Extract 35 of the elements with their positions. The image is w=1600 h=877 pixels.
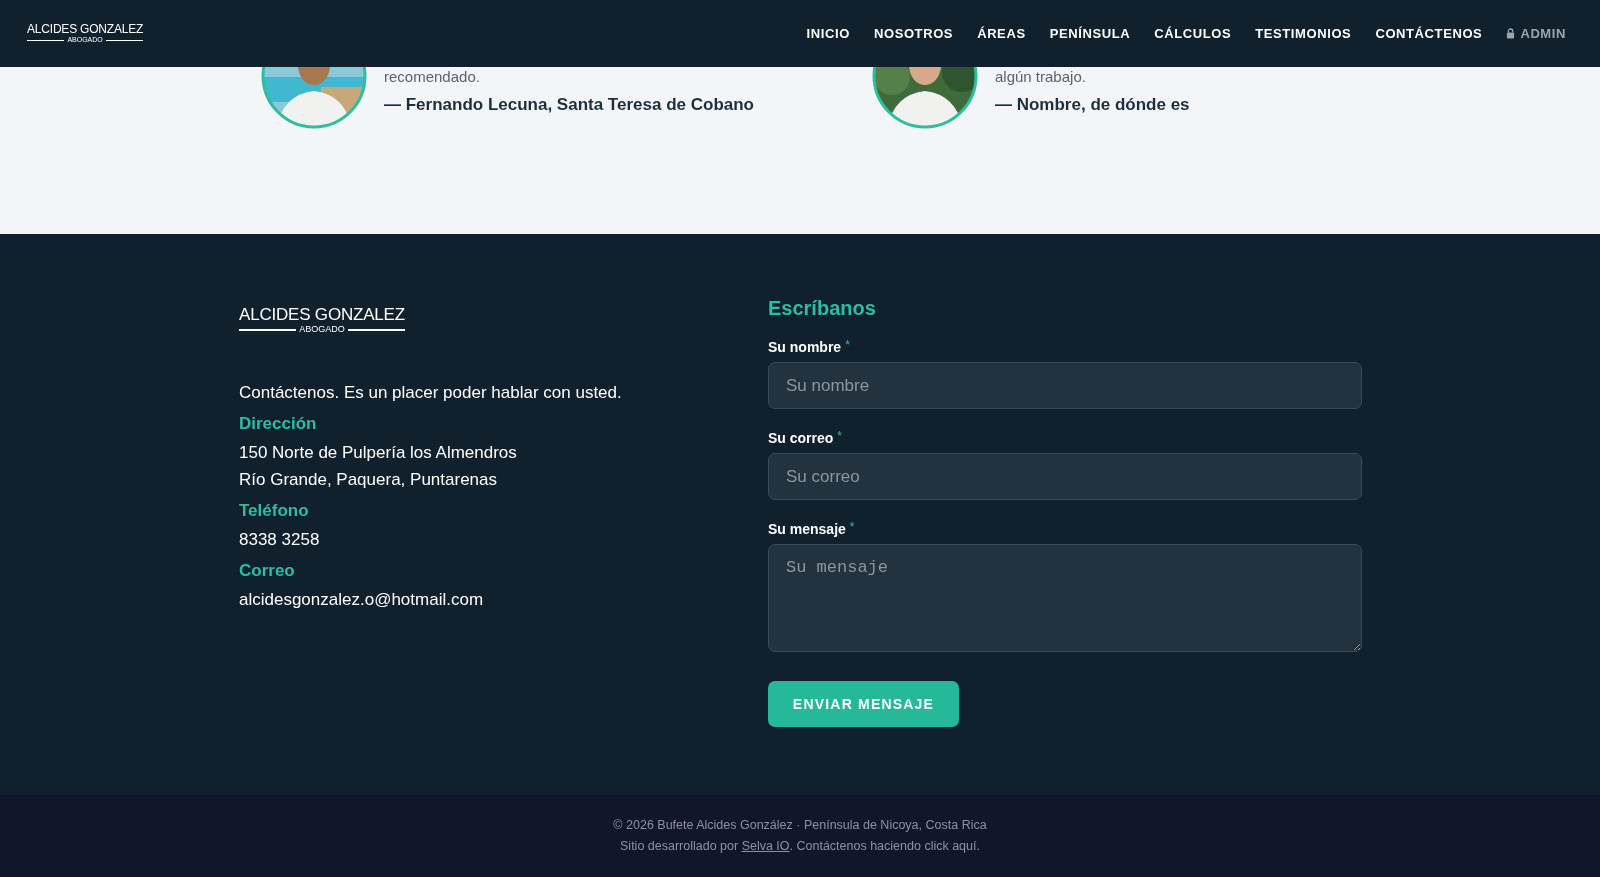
nav-link[interactable]: CONTÁCTENOS <box>1375 26 1483 41</box>
section-heading: Teléfono <box>239 500 310 522</box>
form-title: Escríbanos <box>768 296 876 320</box>
section-heading: Dirección <box>239 413 318 435</box>
input-field[interactable]: Su nombre <box>768 362 1362 409</box>
required-mark: * <box>845 338 850 352</box>
intro-text: Contáctenos. Es un placer poder hablar con usted. <box>239 382 623 404</box>
nav-link[interactable]: INICIO <box>806 26 850 41</box>
testimonial-quote: recomendado. <box>384 68 481 86</box>
field-label: Su mensaje <box>768 520 846 538</box>
nav-link[interactable]: ADMIN <box>1506 26 1566 41</box>
nav-link[interactable]: TESTIMONIOS <box>1255 26 1352 41</box>
testimonial-author: — Nombre, de dónde es <box>995 95 1190 115</box>
message-field[interactable]: Su mensaje <box>768 544 1362 652</box>
contact-line: Río Grande, Paquera, Puntarenas <box>239 469 498 491</box>
testimonial-author: — Fernando Lecuna, Santa Teresa de Cobano <box>384 95 754 115</box>
field-label: Su correo <box>768 429 834 447</box>
input-field[interactable]: Su correo <box>768 453 1362 500</box>
field-label: Su nombre <box>768 338 842 356</box>
nav-link[interactable]: NOSOTROS <box>873 26 954 41</box>
section-heading: Correo <box>239 560 296 582</box>
nav-link[interactable]: PENÍNSULA <box>1049 26 1131 41</box>
contact-line: 8338 3258 <box>239 529 321 551</box>
lock-icon <box>1506 28 1516 39</box>
credit-text: Sitio desarrollado por Selva IO. Contáctenos haciendo click aquí. <box>620 838 980 855</box>
credit-link[interactable]: Selva IO <box>741 839 790 853</box>
required-mark: * <box>837 429 843 443</box>
contact-line: 150 Norte de Pulpería los Almendros <box>239 442 518 464</box>
nav-link[interactable]: CÁLCULOS <box>1154 26 1232 41</box>
copyright-text: © 2026 Bufete Alcides González · Península de Nicoya, Costa Rica <box>613 817 987 834</box>
testimonial-quote: algún trabajo. <box>995 68 1087 86</box>
contact-line: alcidesgonzalez.o@hotmail.com <box>239 589 485 611</box>
logo[interactable]: ALCIDES GONZALEZ ABOGADO <box>239 306 405 335</box>
nav-link[interactable]: ÁREAS <box>977 26 1026 41</box>
required-mark: * <box>849 520 855 534</box>
